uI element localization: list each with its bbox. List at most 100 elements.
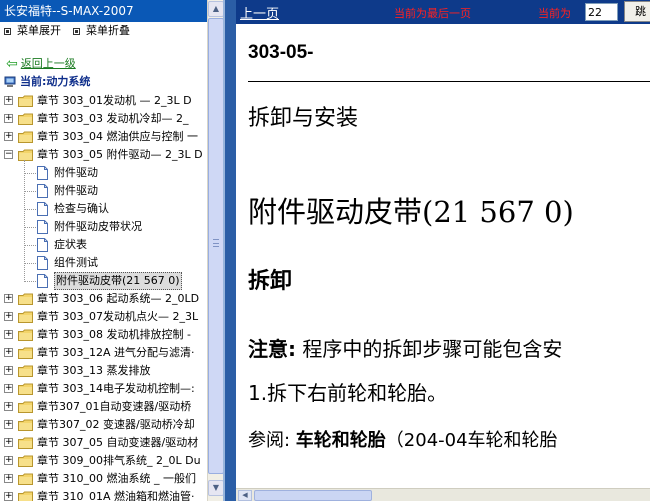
note-label: 注意:	[248, 337, 296, 361]
back-arrow-icon: ⇦	[6, 56, 18, 72]
expand-node-icon[interactable]: +	[4, 456, 13, 465]
expand-node-icon[interactable]: +	[4, 348, 13, 357]
tree-scrollbar[interactable]: ▲ ▼	[207, 0, 223, 501]
tree-leaf-row[interactable]: 检查与确认	[0, 200, 207, 218]
tree-chapter-row[interactable]: + 章节307_01自动变速器/驱动桥	[0, 398, 207, 416]
tree-chapter-row[interactable]: + 章节 307_05 自动变速器/驱动材	[0, 434, 207, 452]
tree-connector	[24, 191, 36, 192]
folder-icon	[18, 329, 33, 341]
tree-chapter-row[interactable]: + 章节 303_06 起动系统— 2_0LD	[0, 290, 207, 308]
expand-node-icon[interactable]: +	[4, 438, 13, 447]
expand-node-icon[interactable]: +	[4, 114, 13, 123]
expand-node-icon[interactable]: +	[4, 384, 13, 393]
tree-chapter-row[interactable]: + 章节 303_07发动机点火— 2_3L	[0, 308, 207, 326]
tree-leaf-label[interactable]: 附件驱动	[54, 164, 98, 182]
tree-chapter-label[interactable]: 章节 303_03 发动机冷却— 2_	[37, 110, 188, 128]
back-link[interactable]: ⇦ 返回上一级	[6, 56, 76, 72]
tree-chapter-row[interactable]: + 章节 303_13 蒸发排放	[0, 362, 207, 380]
menu-expand-button[interactable]: 菜单展开	[17, 23, 61, 39]
collapse-node-icon[interactable]: −	[4, 150, 13, 159]
tree-chapter-row[interactable]: + 章节307_02 变速器/驱动桥冷却	[0, 416, 207, 434]
current-page-label: 当前为	[538, 7, 571, 20]
prev-page-link[interactable]: 上一页	[240, 3, 279, 22]
tree-chapter-label[interactable]: 章节 303_13 蒸发排放	[37, 362, 151, 380]
tree-chapter-label[interactable]: 章节 303_04 燃油供应与控制 一	[37, 128, 198, 146]
tree-chapter-row[interactable]: − 章节 303_05 附件驱动— 2_3L D	[0, 146, 207, 164]
menu-collapse-button[interactable]: 菜单折叠	[86, 23, 130, 39]
expand-node-icon[interactable]: +	[4, 294, 13, 303]
tree-leaf-label[interactable]: 检查与确认	[54, 200, 109, 218]
open-folder-icon	[18, 149, 33, 161]
tree-chapter-label[interactable]: 章节 310_01A 燃油箱和燃油管·	[37, 488, 195, 501]
expand-node-icon[interactable]: +	[4, 312, 13, 321]
tree-chapter-label[interactable]: 章节307_02 变速器/驱动桥冷却	[37, 416, 195, 434]
tree-chapter-label[interactable]: 章节 303_14电子发动机控制—:	[37, 380, 195, 398]
folder-icon	[18, 401, 33, 413]
tree-chapter-label[interactable]: 章节307_01自动变速器/驱动桥	[37, 398, 191, 416]
tree-chapter-row[interactable]: + 章节 303_08 发动机排放控制 -	[0, 326, 207, 344]
tree-connector	[24, 160, 25, 282]
expand-node-icon[interactable]: +	[4, 402, 13, 411]
tree-chapter-row[interactable]: + 章节 303_03 发动机冷却— 2_	[0, 110, 207, 128]
tree-chapter-row[interactable]: + 章节 303_01发动机 — 2_3L D	[0, 92, 207, 110]
tree-leaf-label[interactable]: 附件驱动皮带(21 567 0)	[54, 272, 182, 290]
tree-chapter-label[interactable]: 章节 303_01发动机 — 2_3L D	[37, 92, 192, 110]
page-number-input[interactable]	[585, 3, 618, 21]
tree-chapter-label[interactable]: 章节 309_00排气系统_ 2_0L Du	[37, 452, 201, 470]
tree-connector	[24, 209, 36, 210]
expand-node-icon[interactable]: +	[4, 132, 13, 141]
scroll-left-arrow-icon[interactable]: ◀	[238, 490, 252, 501]
tree-leaf-row[interactable]: 附件驱动皮带状况	[0, 218, 207, 236]
tree-connector	[24, 281, 36, 282]
app-title: 长安福特--S-MAX-2007	[0, 0, 207, 22]
tree-chapter-label[interactable]: 章节 307_05 自动变速器/驱动材	[37, 434, 198, 452]
back-link-label[interactable]: 返回上一级	[21, 56, 76, 72]
horizontal-scrollbar-thumb[interactable]	[254, 490, 372, 501]
tree-chapter-row[interactable]: + 章节 310_00 燃油系统 _ 一般们	[0, 470, 207, 488]
tree-leaf-row[interactable]: 附件驱动	[0, 182, 207, 200]
scrollbar-thumb[interactable]	[208, 18, 223, 474]
tree-chapter-row[interactable]: + 章节 310_01A 燃油箱和燃油管·	[0, 488, 207, 501]
expand-icon	[4, 27, 11, 35]
scroll-down-arrow-icon[interactable]: ▼	[208, 480, 223, 496]
folder-icon	[18, 491, 33, 501]
expand-node-icon[interactable]: +	[4, 492, 13, 501]
ref-prefix: 参阅:	[248, 430, 296, 451]
folder-icon	[18, 419, 33, 431]
tree-chapter-row[interactable]: + 章节 303_12A 进气分配与滤清·	[0, 344, 207, 362]
tree-chapter-label[interactable]: 章节 303_06 起动系统— 2_0LD	[37, 290, 199, 308]
current-location: 当前:动力系统	[4, 74, 90, 90]
tree-leaf-row[interactable]: 附件驱动	[0, 164, 207, 182]
tree-leaf-label[interactable]: 附件驱动	[54, 182, 98, 200]
expand-node-icon[interactable]: +	[4, 474, 13, 483]
tree-chapter-row[interactable]: + 章节 309_00排气系统_ 2_0L Du	[0, 452, 207, 470]
tree-leaf-label[interactable]: 症状表	[54, 236, 87, 254]
document-icon	[37, 166, 48, 180]
grip-icon	[213, 239, 219, 247]
doc-reference: 参阅: 车轮和轮胎（204-04车轮和轮胎	[248, 426, 558, 452]
ref-link[interactable]: 车轮和轮胎	[296, 430, 386, 451]
ref-rest: （204-04车轮和轮胎	[385, 430, 558, 451]
expand-node-icon[interactable]: +	[4, 330, 13, 339]
pane-splitter[interactable]	[223, 0, 236, 501]
tree-chapter-label[interactable]: 章节 303_08 发动机排放控制 -	[37, 326, 191, 344]
expand-node-icon[interactable]: +	[4, 420, 13, 429]
tree-chapter-row[interactable]: + 章节 303_14电子发动机控制—:	[0, 380, 207, 398]
tree-leaf-row[interactable]: 症状表	[0, 236, 207, 254]
tree-chapter-label[interactable]: 章节 303_05 附件驱动— 2_3L D	[37, 146, 203, 164]
tree-leaf-label[interactable]: 附件驱动皮带状况	[54, 218, 142, 236]
tree-leaf-row[interactable]: 组件测试	[0, 254, 207, 272]
tree-leaf-label[interactable]: 组件测试	[54, 254, 98, 272]
tree-chapter-label[interactable]: 章节 310_00 燃油系统 _ 一般们	[37, 470, 196, 488]
expand-node-icon[interactable]: +	[4, 366, 13, 375]
tree-leaf-row[interactable]: 附件驱动皮带(21 567 0)	[0, 272, 207, 290]
expand-node-icon[interactable]: +	[4, 96, 13, 105]
tree-chapter-label[interactable]: 章节 303_12A 进气分配与滤清·	[37, 344, 195, 362]
content-horizontal-scrollbar[interactable]: ◀	[236, 488, 650, 501]
scroll-up-arrow-icon[interactable]: ▲	[208, 1, 223, 17]
jump-button[interactable]: 跳	[624, 1, 650, 22]
tree-chapter-label[interactable]: 章节 303_07发动机点火— 2_3L	[37, 308, 198, 326]
doc-code: 303-05-	[248, 42, 314, 63]
tree-chapter-row[interactable]: + 章节 303_04 燃油供应与控制 一	[0, 128, 207, 146]
folder-icon	[18, 113, 33, 125]
